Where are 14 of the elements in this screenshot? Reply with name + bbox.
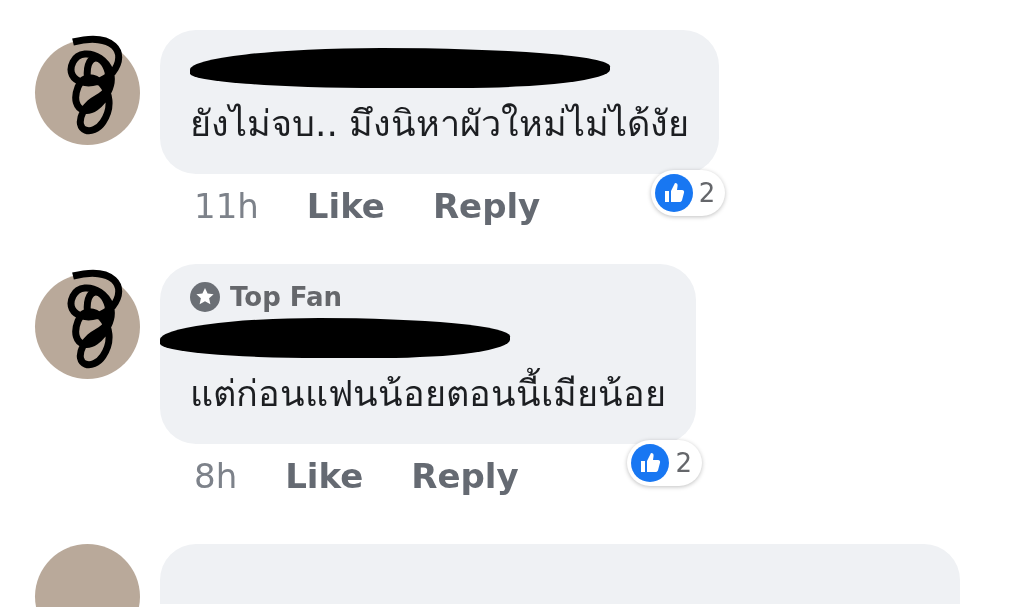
comment-text: ยังไม่จบ.. มึงนิหาผัวใหม่ไม่ได้งัย [190, 102, 690, 146]
star-badge-icon [190, 282, 220, 312]
reaction-badge[interactable]: 2 [650, 170, 726, 216]
thumbs-up-icon [631, 444, 670, 482]
thumbs-up-icon [654, 174, 693, 212]
reply-link[interactable]: Reply [411, 454, 519, 498]
timestamp: 8h [194, 455, 238, 498]
timestamp: 11h [194, 185, 259, 228]
top-fan-label: Top Fan [230, 282, 343, 312]
comment-text: แต่ก่อนแฟนน้อยตอนนี้เมียน้อย [190, 364, 666, 424]
reply-link[interactable]: Reply [432, 184, 541, 228]
like-link[interactable]: Like [285, 454, 364, 498]
reaction-badge[interactable]: 2 [627, 440, 702, 486]
like-link[interactable]: Like [306, 184, 385, 228]
